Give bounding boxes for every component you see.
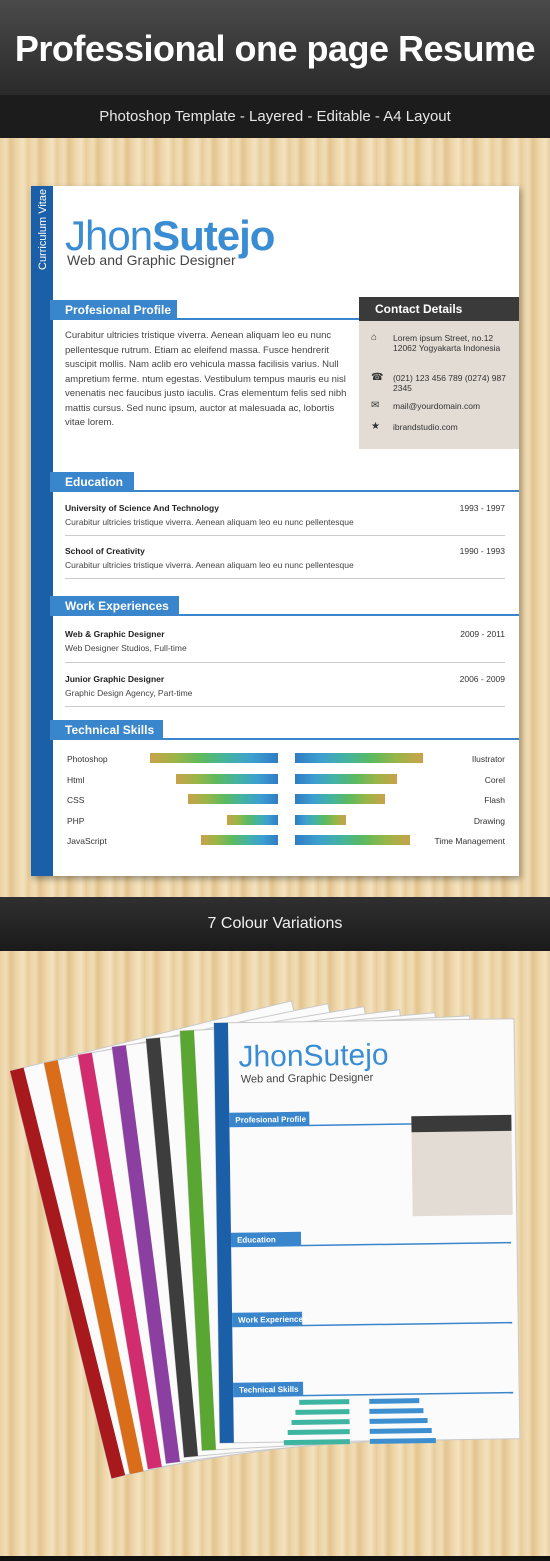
education-heading: Education	[50, 472, 134, 492]
contact-address-text: Lorem ipsum Street, no.12 12062 Yogyakar…	[393, 333, 501, 353]
banner-title: Professional one page Resume	[14, 28, 536, 69]
education-line	[50, 490, 519, 492]
skill-bar-right	[295, 773, 398, 784]
resume-page: Curriculum Vitae JhonSutejo Web and Grap…	[31, 186, 519, 876]
profile-line	[50, 318, 360, 320]
skills-heading: Technical Skills	[50, 720, 163, 740]
top-banner: Professional one page Resume	[0, 0, 550, 95]
skill-bar-right	[295, 835, 411, 845]
divider	[65, 535, 505, 536]
work-years: 2009 - 2011	[460, 629, 505, 639]
variation-section-label: Technical Skills	[239, 1385, 299, 1395]
skill-label-left: JavaScript	[67, 836, 107, 846]
variation-section-label: Education	[237, 1235, 276, 1245]
variation-skill-bar	[369, 1437, 436, 1444]
skill-label-right: Drawing	[473, 815, 505, 826]
star-icon: ★	[371, 421, 380, 432]
variation-skill-bar	[299, 1399, 350, 1405]
work-years: 2006 - 2009	[459, 674, 505, 684]
skill-bar-left	[226, 814, 278, 825]
variation-name: JhonSutejo	[238, 1039, 389, 1074]
education-years: 1990 - 1993	[459, 546, 505, 556]
work-line	[50, 614, 519, 616]
skill-bar-left	[150, 753, 278, 763]
education-title: School of Creativity	[65, 546, 145, 556]
variation-skill-bar	[295, 1409, 350, 1415]
skill-bar-right	[295, 794, 385, 804]
profile-text: Curabitur ultricies tristique viverra. A…	[65, 330, 347, 428]
variations-band: 7 Colour Variations	[0, 897, 550, 951]
variation-role: Web and Graphic Designer	[241, 1072, 374, 1086]
education-item: School of Creativity Curabitur ultricies…	[65, 546, 505, 570]
skill-bar-left	[201, 835, 278, 845]
education-years: 1993 - 1997	[459, 503, 505, 513]
resume-variation: JhonSutejoWeb and Graphic Designer Profes…	[213, 1018, 521, 1446]
skill-bar-right	[295, 814, 347, 825]
wood-background-bottom: JhonSutejo Web and Graphic Designer Profes…	[0, 951, 550, 1556]
variation-skill-bar	[287, 1429, 350, 1436]
skill-label-left: CSS	[67, 795, 85, 805]
variation-skill-bar	[369, 1428, 432, 1434]
skill-label-right: Flash	[484, 795, 505, 805]
work-title: Junior Graphic Designer	[65, 674, 165, 684]
contact-box: Contact Details ⌂ Lorem ipsum Street, no…	[359, 297, 519, 449]
home-icon: ⌂	[371, 332, 378, 343]
variation-skill-bar	[369, 1418, 428, 1424]
skill-bar-right	[295, 753, 423, 763]
sidebar-label: Curriculum Vitae	[37, 188, 49, 270]
work-desc: Graphic Design Agency, Part-time	[65, 688, 193, 698]
variation-contact-heading	[411, 1114, 512, 1133]
education-title: University of Science And Technology	[65, 503, 219, 513]
work-item: Web & Graphic Designer Web Designer Stud…	[65, 629, 505, 653]
contact-web-text: ibrandstudio.com	[393, 422, 458, 432]
education-item: University of Science And Technology Cur…	[65, 503, 505, 527]
skill-bar-left	[188, 794, 278, 804]
skill-bar-left	[175, 773, 278, 784]
divider	[65, 662, 505, 663]
skill-label-left: PHP	[67, 815, 85, 826]
skill-label-left: Photoshop	[67, 754, 108, 764]
variation-section-label: Profesional Profile	[235, 1115, 306, 1125]
profile-heading: Profesional Profile	[50, 300, 177, 320]
color-variations-fan: JhonSutejoWeb and Graphic Designer Profes…	[9, 1000, 521, 1480]
education-desc: Curabitur ultricies tristique viverra. A…	[65, 560, 354, 570]
education-desc: Curabitur ultricies tristique viverra. A…	[65, 517, 354, 527]
variation-skill-bar	[283, 1439, 350, 1446]
divider	[65, 578, 505, 579]
skill-label-right: Corel	[484, 774, 505, 785]
variation-skill-bar	[369, 1398, 420, 1404]
divider	[65, 706, 505, 707]
phone-icon: ☎	[371, 372, 384, 383]
contact-heading: Contact Details	[359, 297, 519, 321]
resume-sidebar: Curriculum Vitae	[31, 186, 53, 876]
resume-role: Web and Graphic Designer	[67, 252, 236, 268]
skill-label-left: Html	[67, 774, 85, 785]
work-item: Junior Graphic Designer Graphic Design A…	[65, 674, 505, 698]
skills-line	[50, 738, 519, 740]
variation-section-label: Work Experiences	[238, 1315, 308, 1325]
variation-skill-bar	[369, 1408, 424, 1414]
mail-icon: ✉	[371, 400, 380, 411]
work-heading: Work Experiences	[50, 596, 179, 616]
variation-skill-bar	[291, 1419, 350, 1425]
contact-mail-text: mail@yourdomain.com	[393, 401, 481, 411]
work-desc: Web Designer Studios, Full-time	[65, 643, 187, 653]
contact-phone-text: (021) 123 456 789 (0274) 987 2345	[393, 373, 506, 393]
skill-label-right: Time Management	[434, 836, 505, 846]
work-title: Web & Graphic Designer	[65, 629, 165, 639]
banner-subtitle: Photoshop Template - Layered - Editable …	[0, 95, 550, 138]
skill-label-right: Ilustrator	[471, 754, 505, 764]
